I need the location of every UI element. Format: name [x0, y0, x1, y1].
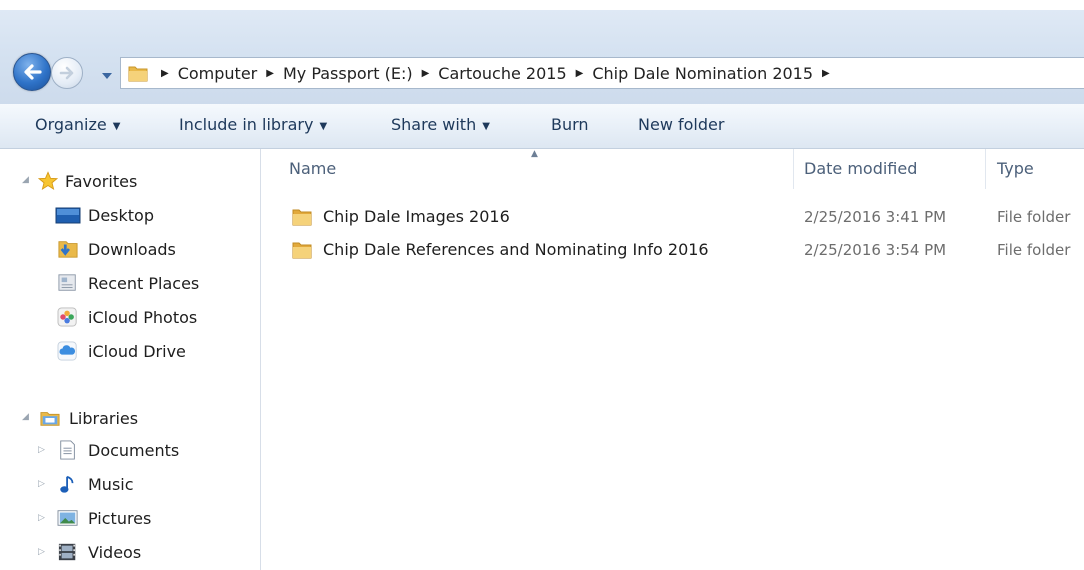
breadcrumb-separator-icon[interactable]: ▶: [822, 68, 830, 79]
nav-item-videos[interactable]: Videos: [55, 538, 141, 566]
table-row[interactable]: Chip Dale References and Nominating Info…: [261, 234, 1084, 266]
forward-button[interactable]: [51, 57, 83, 89]
nav-item-label: Videos: [88, 542, 142, 562]
nav-item-icloud-photos[interactable]: iCloud Photos: [55, 303, 197, 331]
breadcrumb-cartouche-2015[interactable]: Cartouche 2015: [438, 64, 566, 83]
file-type: File folder: [997, 241, 1071, 259]
folder-icon: [128, 66, 148, 82]
nav-item-pictures[interactable]: Pictures: [55, 504, 151, 532]
desktop-icon: [55, 207, 81, 224]
file-date-modified: 2/25/2016 3:54 PM: [804, 241, 947, 259]
caret-down-icon: ▼: [482, 121, 490, 132]
nav-item-icloud-drive[interactable]: iCloud Drive: [55, 337, 186, 365]
nav-libraries-label: Libraries: [69, 408, 139, 428]
organize-button[interactable]: Organize ▼: [35, 104, 120, 148]
expanded-arrow-icon[interactable]: ◢: [22, 175, 29, 185]
file-type: File folder: [997, 208, 1071, 226]
address-field[interactable]: ▶ Computer ▶ My Passport (E:) ▶ Cartouch…: [120, 57, 1084, 89]
nav-item-recent-places[interactable]: Recent Places: [55, 269, 199, 297]
burn-button[interactable]: Burn: [551, 104, 589, 148]
column-header-name[interactable]: Name: [289, 149, 336, 189]
nav-item-label: Documents: [88, 440, 180, 460]
collapsed-arrow-icon[interactable]: ▷: [38, 479, 45, 489]
arrow-right-icon: [59, 66, 74, 80]
organize-label: Organize: [35, 115, 107, 134]
include-in-library-button[interactable]: Include in library ▼: [179, 104, 327, 148]
breadcrumb-my-passport[interactable]: My Passport (E:): [283, 64, 413, 83]
file-date-modified: 2/25/2016 3:41 PM: [804, 208, 947, 226]
column-header-type[interactable]: Type: [997, 149, 1034, 189]
downloads-icon: [58, 241, 78, 258]
nav-item-label: Downloads: [88, 239, 176, 259]
column-divider[interactable]: [793, 149, 794, 189]
file-name: Chip Dale References and Nominating Info…: [323, 240, 709, 259]
file-name: Chip Dale Images 2016: [323, 207, 510, 226]
include-in-library-label: Include in library: [179, 115, 314, 134]
pictures-icon: [57, 510, 78, 526]
nav-item-label: Desktop: [88, 205, 154, 225]
recent-places-icon: [58, 274, 76, 291]
arrow-left-icon: [24, 64, 42, 80]
column-header-date-modified[interactable]: Date modified: [804, 149, 917, 189]
breadcrumb-separator-icon[interactable]: ▶: [266, 68, 274, 79]
nav-item-label: Recent Places: [88, 273, 200, 293]
icloud-photos-icon: [57, 307, 77, 327]
nav-item-label: Music: [88, 474, 134, 494]
nav-item-label: Pictures: [88, 508, 152, 528]
chevron-down-icon: [102, 73, 112, 79]
libraries-icon: [40, 412, 60, 426]
column-divider[interactable]: [985, 149, 986, 189]
sort-ascending-icon: ▲: [531, 149, 538, 159]
star-icon: [38, 171, 58, 190]
share-with-label: Share with: [391, 115, 477, 134]
breadcrumb-separator-icon[interactable]: ▶: [161, 68, 169, 79]
window-top-strip: [0, 0, 1084, 10]
recent-pages-dropdown[interactable]: [101, 66, 113, 84]
nav-item-music[interactable]: Music: [55, 470, 134, 498]
new-folder-button[interactable]: New folder: [638, 104, 724, 148]
nav-libraries[interactable]: Libraries: [38, 404, 138, 432]
collapsed-arrow-icon[interactable]: ▷: [38, 547, 45, 557]
breadcrumb-chip-dale-nomination[interactable]: Chip Dale Nomination 2015: [592, 64, 813, 83]
nav-favorites[interactable]: Favorites: [38, 167, 137, 195]
videos-icon: [58, 543, 76, 561]
collapsed-arrow-icon[interactable]: ▷: [38, 513, 45, 523]
nav-item-documents[interactable]: Documents: [55, 436, 179, 464]
expanded-arrow-icon[interactable]: ◢: [22, 412, 29, 422]
nav-item-desktop[interactable]: Desktop: [55, 201, 154, 229]
breadcrumb-separator-icon[interactable]: ▶: [422, 68, 430, 79]
navigation-pane: ◢ Favorites Desktop Downloads Recent Pla…: [0, 149, 261, 570]
icloud-drive-icon: [57, 341, 77, 361]
nav-item-label: iCloud Photos: [88, 307, 198, 327]
back-button[interactable]: [13, 53, 51, 91]
breadcrumb-computer[interactable]: Computer: [178, 64, 258, 83]
caret-down-icon: ▼: [112, 121, 121, 132]
nav-item-downloads[interactable]: Downloads: [55, 235, 176, 263]
breadcrumb-separator-icon[interactable]: ▶: [576, 68, 584, 79]
file-list-pane: ▲ Name Date modified Type Chip Dale Imag…: [261, 149, 1084, 570]
music-icon: [60, 475, 74, 493]
nav-favorites-label: Favorites: [65, 171, 138, 191]
documents-icon: [60, 440, 75, 460]
folder-icon: [292, 242, 312, 259]
breadcrumb: ▶ Computer ▶ My Passport (E:) ▶ Cartouch…: [161, 58, 839, 88]
collapsed-arrow-icon[interactable]: ▷: [38, 445, 45, 455]
burn-label: Burn: [551, 115, 589, 134]
table-row[interactable]: Chip Dale Images 2016 2/25/2016 3:41 PM …: [261, 201, 1084, 233]
folder-icon: [292, 209, 312, 226]
address-bar-region: ▶ Computer ▶ My Passport (E:) ▶ Cartouch…: [0, 10, 1084, 105]
caret-down-icon: ▼: [319, 121, 328, 132]
new-folder-label: New folder: [638, 115, 725, 134]
nav-item-label: iCloud Drive: [88, 341, 186, 361]
command-toolbar: Organize ▼ Include in library ▼ Share with…: [0, 104, 1084, 149]
share-with-button[interactable]: Share with ▼: [391, 104, 490, 148]
